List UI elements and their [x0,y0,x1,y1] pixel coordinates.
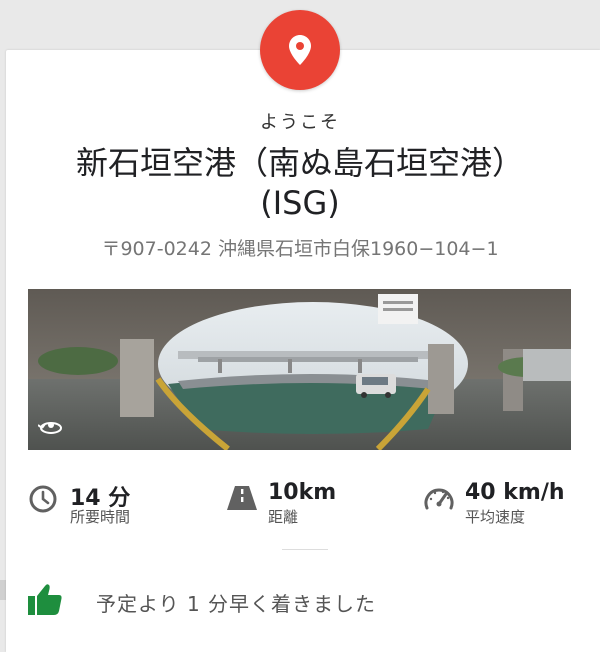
destination-title: 新石垣空港（南ぬ島石垣空港） (ISG) [0,143,600,223]
clock-icon [28,484,58,518]
location-pin-icon [289,35,311,65]
street-view-image [28,289,571,450]
distance-label: 距離 [268,508,299,526]
section-divider [282,549,328,550]
speed-label: 平均速度 [465,508,526,526]
distance-value: 10km [268,480,337,505]
speedometer-icon [423,484,455,518]
welcome-text: ようこそ [260,112,340,133]
eta-feedback-row: 予定より 1 分早く着きました [28,580,568,620]
speed-value: 40 km/h [465,480,565,505]
thumbs-up-icon [28,583,62,619]
road-icon [226,484,258,516]
destination-address: 〒907-0242 沖縄県石垣市白保1960−104−1 [101,238,499,260]
stat-duration: 14 分 所要時間 [28,480,208,530]
eta-message: 予定より 1 分早く着きました [96,592,377,616]
destination-title-line2: (ISG) [260,184,340,222]
destination-title-line1: 新石垣空港（南ぬ島石垣空港） [75,144,524,182]
street-view-panorama[interactable] [28,289,571,450]
trip-stats: 14 分 所要時間 10km 距離 40 km/h 平均速度 [28,480,573,530]
destination-pin-badge [260,10,340,90]
duration-label: 所要時間 [70,508,131,526]
stat-speed: 40 km/h 平均速度 [423,480,573,530]
panorama-360-icon[interactable] [37,417,64,439]
stat-distance: 10km 距離 [226,480,386,530]
